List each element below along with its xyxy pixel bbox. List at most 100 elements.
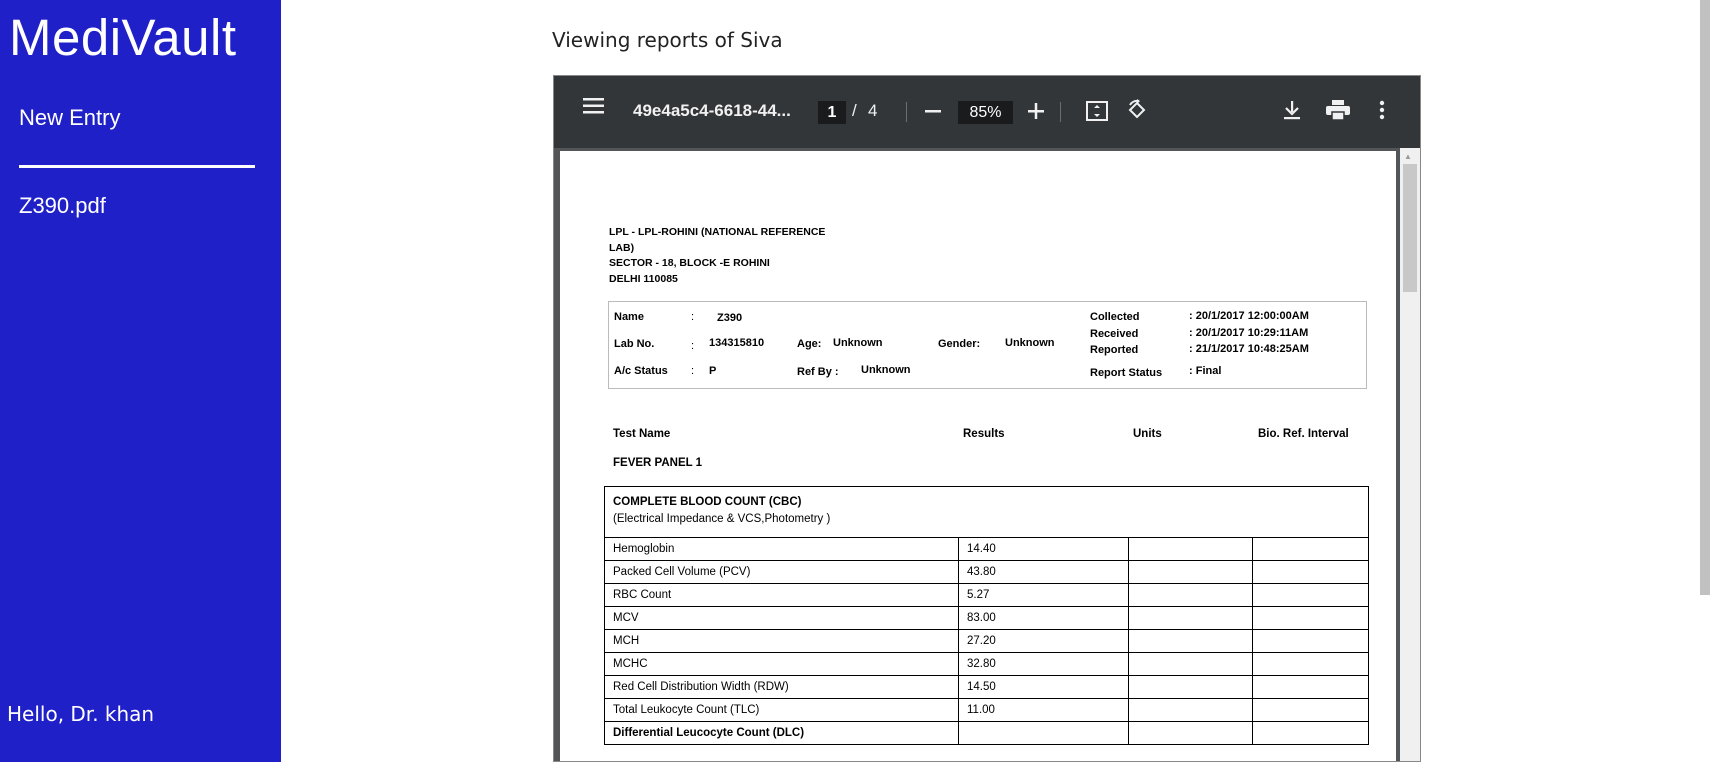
received-value: : 20/1/2017 10:29:11AM xyxy=(1189,327,1309,339)
panel-title: FEVER PANEL 1 xyxy=(613,457,703,469)
lab-no-value: 134315810 xyxy=(709,337,765,349)
result-cell: 14.50 xyxy=(958,675,1129,699)
cbc-title: COMPLETE BLOOD COUNT (CBC) xyxy=(613,496,802,508)
ac-status-label: A/c Status xyxy=(614,365,668,377)
lab-address-line: LPL - LPL-ROHINI (NATIONAL REFERENCE xyxy=(609,226,826,238)
bio-ref-cell xyxy=(1252,721,1369,745)
units-cell xyxy=(1128,537,1253,561)
reported-value: : 21/1/2017 10:48:25AM xyxy=(1189,343,1309,355)
lab-address-line: DELHI 110085 xyxy=(609,272,678,285)
test-name-cell: Red Cell Distribution Width (RDW) xyxy=(604,675,959,699)
colon: : xyxy=(691,365,695,377)
ref-by-value: Unknown xyxy=(861,364,911,376)
pdf-scrollbar-thumb[interactable] xyxy=(1403,164,1417,292)
units-cell xyxy=(1128,721,1253,745)
units-cell xyxy=(1128,698,1253,722)
page-title: Viewing reports of Siva xyxy=(552,28,783,52)
result-cell: 5.27 xyxy=(958,583,1129,607)
result-cell xyxy=(958,721,1129,745)
units-cell xyxy=(1128,652,1253,676)
table-row: Total Leukocyte Count (TLC) 11.00 xyxy=(604,698,1369,722)
lab-address: LPL - LPL-ROHINI (NATIONAL REFERENCE LAB… xyxy=(609,225,825,287)
bio-ref-cell xyxy=(1252,698,1369,722)
page-number-input[interactable]: 1 xyxy=(818,101,846,124)
test-name-cell: Differential Leucocyte Count (DLC) xyxy=(604,721,959,745)
reported-label: Reported xyxy=(1090,344,1139,356)
pdf-viewer: 49e4a5c4-6618-44... 1 / 4 85% LPL - LPL-… xyxy=(553,75,1421,762)
sidebar: MediVault New Entry Z390.pdf Hello, Dr. … xyxy=(0,0,281,762)
units-cell xyxy=(1128,583,1253,607)
collected-label: Collected xyxy=(1090,311,1140,323)
sidebar-file-item[interactable]: Z390.pdf xyxy=(19,193,106,219)
test-name-cell: Hemoglobin xyxy=(604,537,959,561)
age-label: Age: xyxy=(797,338,822,350)
result-cell: 14.40 xyxy=(958,537,1129,561)
column-header-units: Units xyxy=(1133,428,1162,440)
name-label: Name xyxy=(614,311,644,323)
test-name-cell: MCV xyxy=(604,606,959,630)
results-table: Hemoglobin 14.40 Packed Cell Volume (PCV)… xyxy=(604,537,1369,745)
name-value: Z390 xyxy=(717,312,743,324)
pdf-toolbar: 49e4a5c4-6618-44... 1 / 4 85% xyxy=(554,76,1420,148)
bio-ref-cell xyxy=(1252,675,1369,699)
ref-by-label: Ref By : xyxy=(797,366,839,378)
page-scrollbar[interactable] xyxy=(1697,0,1712,762)
result-cell: 27.20 xyxy=(958,629,1129,653)
test-name-cell: MCH xyxy=(604,629,959,653)
table-row: Differential Leucocyte Count (DLC) xyxy=(604,721,1369,745)
print-icon[interactable] xyxy=(1326,100,1350,126)
gender-value: Unknown xyxy=(1005,337,1055,349)
bio-ref-cell xyxy=(1252,652,1369,676)
table-row: MCHC 32.80 xyxy=(604,652,1369,676)
column-header-test-name: Test Name xyxy=(613,428,671,440)
test-name-cell: MCHC xyxy=(604,652,959,676)
toolbar-divider xyxy=(906,102,907,122)
report-status-label: Report Status xyxy=(1090,367,1163,379)
report-status-value: : Final xyxy=(1189,365,1222,377)
menu-icon[interactable] xyxy=(583,97,604,121)
test-name-cell: Total Leukocyte Count (TLC) xyxy=(604,698,959,722)
download-icon[interactable] xyxy=(1283,100,1301,126)
units-cell xyxy=(1128,675,1253,699)
bio-ref-cell xyxy=(1252,606,1369,630)
cbc-header-box: COMPLETE BLOOD COUNT (CBC) (Electrical I… xyxy=(604,486,1369,538)
bio-ref-cell xyxy=(1252,583,1369,607)
test-name-cell: Packed Cell Volume (PCV) xyxy=(604,560,959,584)
page-total: 4 xyxy=(868,101,878,120)
ac-status-value: P xyxy=(709,365,717,377)
result-cell: 32.80 xyxy=(958,652,1129,676)
lab-no-label: Lab No. xyxy=(614,338,655,350)
fit-page-icon[interactable] xyxy=(1086,101,1108,127)
brand-logo: MediVault xyxy=(9,9,237,66)
column-header-bio-ref: Bio. Ref. Interval xyxy=(1258,428,1349,440)
table-row: Packed Cell Volume (PCV) 43.80 xyxy=(604,560,1369,584)
zoom-in-icon[interactable] xyxy=(1028,98,1044,130)
new-entry-link[interactable]: New Entry xyxy=(19,105,120,131)
table-row: MCH 27.20 xyxy=(604,629,1369,653)
table-row: Hemoglobin 14.40 xyxy=(604,537,1369,561)
cbc-method: (Electrical Impedance & VCS,Photometry ) xyxy=(613,513,831,525)
zoom-level-input[interactable]: 85% xyxy=(958,101,1013,124)
pdf-page: LPL - LPL-ROHINI (NATIONAL REFERENCE LAB… xyxy=(560,151,1396,761)
toolbar-divider xyxy=(1060,102,1061,122)
test-name-cell: RBC Count xyxy=(604,583,959,607)
file-title: 49e4a5c4-6618-44... xyxy=(633,101,791,120)
pdf-scrollbar[interactable]: ▲ xyxy=(1400,148,1420,761)
received-label: Received xyxy=(1090,328,1139,340)
units-cell xyxy=(1128,606,1253,630)
age-value: Unknown xyxy=(833,337,883,349)
rotate-icon[interactable] xyxy=(1126,99,1148,127)
sidebar-divider xyxy=(19,165,255,168)
page-separator: / xyxy=(852,101,857,120)
scroll-up-icon[interactable]: ▲ xyxy=(1404,152,1412,161)
result-cell: 43.80 xyxy=(958,560,1129,584)
zoom-out-icon[interactable] xyxy=(925,98,941,130)
collected-value: : 20/1/2017 12:00:00AM xyxy=(1189,310,1309,322)
result-cell: 11.00 xyxy=(958,698,1129,722)
bio-ref-cell xyxy=(1252,629,1369,653)
column-header-results: Results xyxy=(963,428,1005,440)
units-cell xyxy=(1128,629,1253,653)
table-row: Red Cell Distribution Width (RDW) 14.50 xyxy=(604,675,1369,699)
more-options-icon[interactable] xyxy=(1379,100,1385,126)
page-scrollbar-thumb[interactable] xyxy=(1700,0,1710,595)
